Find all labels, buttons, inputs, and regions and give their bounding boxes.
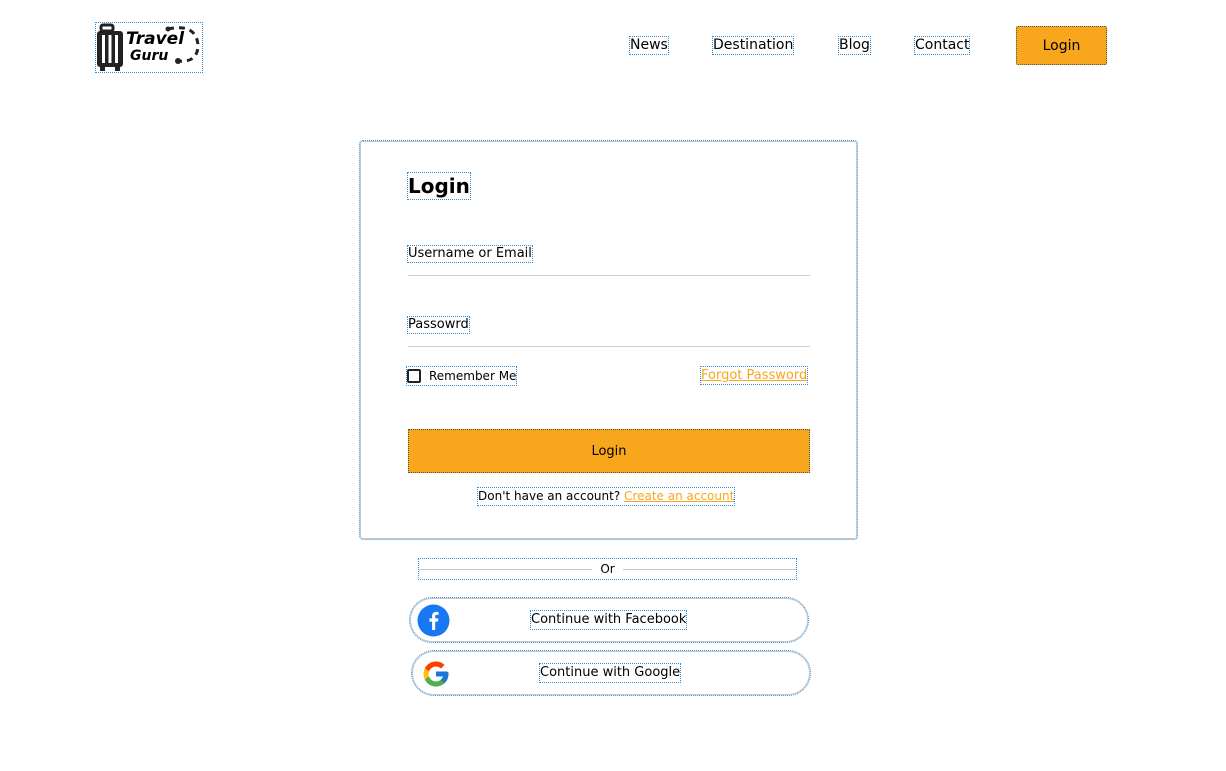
or-text: Or	[600, 562, 615, 576]
facebook-login-button[interactable]: Continue with Facebook	[409, 597, 809, 643]
forgot-password-link[interactable]: Forgot Password	[699, 366, 809, 385]
facebook-login-label: Continue with Facebook	[529, 610, 688, 630]
remember-me[interactable]: Remember Me	[405, 366, 518, 386]
brand-line2: Guru	[130, 48, 169, 64]
remember-label: Remember Me	[429, 369, 517, 383]
brand-name: Travel Guru	[126, 31, 184, 65]
username-input[interactable]	[408, 246, 810, 275]
facebook-icon	[417, 604, 450, 637]
or-divider: Or	[418, 558, 797, 580]
google-login-button[interactable]: Continue with Google	[411, 650, 811, 696]
divider-line-left	[419, 568, 593, 570]
nav-link-blog[interactable]: Blog	[838, 36, 871, 55]
remember-checkbox[interactable]	[407, 369, 421, 383]
create-account-link[interactable]: Create an account	[624, 489, 734, 503]
nav-link-destination[interactable]: Destination	[711, 36, 795, 55]
login-submit-button[interactable]: Login	[408, 429, 810, 473]
signup-prompt: Don't have an account? Create an account	[476, 487, 736, 506]
password-field[interactable]: Passowrd	[407, 316, 810, 347]
nav-link-news[interactable]: News	[629, 36, 669, 55]
nav-link-contact[interactable]: Contact	[913, 36, 971, 55]
brand-logo[interactable]: Travel Guru	[95, 22, 203, 73]
header-login-button[interactable]: Login	[1016, 26, 1107, 65]
google-login-label: Continue with Google	[538, 663, 682, 683]
divider-line-right	[622, 568, 797, 570]
no-account-text: Don't have an account?	[478, 489, 621, 503]
login-title: Login	[407, 172, 471, 200]
password-input[interactable]	[408, 317, 810, 346]
google-icon	[419, 657, 452, 690]
brand-line1: Travel	[126, 29, 185, 49]
username-field[interactable]: Username or Email	[407, 245, 810, 276]
